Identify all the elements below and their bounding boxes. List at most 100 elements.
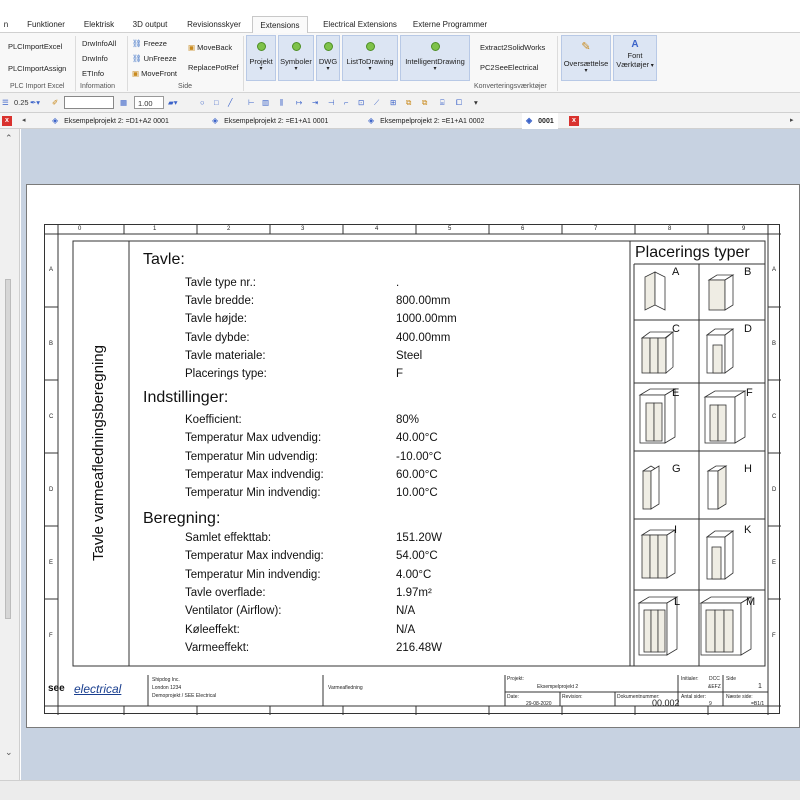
toolbar-overflow-icon[interactable]: ▾ — [474, 96, 478, 109]
freeze-label: Freeze — [143, 39, 167, 48]
fill-color-button[interactable]: ✐ — [52, 96, 64, 109]
pen-icon: ✒▾ — [30, 98, 41, 107]
scroll-up-icon[interactable]: ⌃ — [5, 133, 13, 144]
intelligentdrawing-button[interactable]: IntelligentDrawing ▾ — [400, 35, 470, 81]
tabs-scroll-right-icon[interactable]: ▸ — [790, 113, 794, 129]
naeste-side-value: =B1/1 — [751, 701, 765, 707]
ribbon-separator — [557, 36, 558, 91]
movefront-button[interactable]: ▣ MoveFront — [132, 69, 177, 78]
group-label-side: Side — [178, 83, 193, 90]
vaerktojer-label: Værktøjer — [616, 60, 650, 69]
font-icon: A — [631, 39, 639, 50]
freeze-button[interactable]: ⛓ Freeze — [132, 39, 167, 48]
symboler-button[interactable]: Symboler ▾ — [278, 35, 314, 81]
menu-tab-view[interactable]: n — [0, 16, 12, 33]
tabs-scroll-left-icon[interactable]: ◂ — [22, 113, 26, 129]
unfreeze-icon: ⛓ — [132, 54, 144, 63]
ribbon-separator — [243, 36, 244, 91]
projekt-icon — [256, 42, 266, 51]
tab-label: 0001 — [538, 118, 554, 125]
drawing-frame: 0 1 2 3 4 5 6 7 8 9 A B C D E F A B C D … — [44, 224, 781, 715]
revision-label: Revision: — [562, 694, 583, 700]
menu-tab-externe-programmer[interactable]: Externe Programmer — [410, 16, 490, 33]
connect-icon[interactable]: ⇥ — [312, 96, 318, 109]
moveback-button[interactable]: ▣ MoveBack — [188, 43, 232, 52]
font-vaerktojer-button[interactable]: A Font Værktøjer ▾ — [613, 35, 657, 81]
tab-e1-a1-0002[interactable]: ◈ Eksempelprojekt 2: =E1+A1 0002 — [368, 113, 484, 129]
dcc-value: &EFZ — [708, 684, 721, 690]
ribbon-separator — [127, 36, 128, 91]
menu-tab-funktioner[interactable]: Funktioner — [20, 16, 72, 33]
unfreeze-label: UnFreeze — [143, 54, 177, 63]
line-icon[interactable]: ╱ — [228, 96, 233, 109]
projekt-button[interactable]: Projekt ▾ — [246, 35, 276, 81]
scrollbar-thumb[interactable] — [5, 279, 11, 619]
line-width-select[interactable]: 0.25 — [14, 96, 29, 109]
dokumentnummer-value: 00.002 — [652, 698, 680, 708]
tab-d1-a2-0001[interactable]: ◈ Eksempelprojekt 2: =D1+A2 0001 — [52, 113, 169, 129]
logo-electrical: electrical — [74, 682, 122, 696]
unfreeze-button[interactable]: ⛓ UnFreeze — [132, 54, 177, 63]
column-icon[interactable]: ⫼ — [280, 96, 283, 109]
menu-tab-elektrisk[interactable]: Elektrisk — [78, 16, 120, 33]
company-line-3: Demoprojekt / SEE Electrical — [152, 693, 217, 699]
plc-import-assign-button[interactable]: PLCImportAssign — [8, 64, 66, 73]
grid-icon[interactable]: ▦ — [120, 96, 127, 109]
antal-sider-value: 9 — [709, 701, 712, 707]
text-icon[interactable]: ⊞ — [390, 96, 396, 109]
dwg-button[interactable]: DWG ▾ — [316, 35, 340, 81]
replacepotref-button[interactable]: ReplacePotRef — [188, 63, 238, 72]
tab-0001-active[interactable]: ◈ 0001 — [522, 113, 558, 129]
menu-tab-extensions[interactable]: Extensions — [252, 16, 308, 34]
line-width-icon: ☰ — [2, 98, 9, 107]
grid-snap-icon[interactable]: ▥ — [262, 96, 269, 109]
menu-tab-3d-output[interactable]: 3D output — [127, 16, 173, 33]
copy-icon[interactable]: ⧉ — [406, 96, 411, 109]
group-label-konvertering: Konverteringsværktøjer — [474, 83, 547, 90]
drwinfo-button[interactable]: DrwInfo — [82, 54, 108, 63]
intelligentdrawing-icon — [430, 42, 440, 51]
close-icon[interactable]: x — [2, 116, 12, 126]
format-toolbar: ☰ 0.25 ✒▾ ✐ ▦ 1.00 ▰▾ ○ □ ╱ ⊢ ▥ ⫼ ↦ ⇥ ⊣ … — [0, 93, 800, 113]
listtodrawing-button[interactable]: ListToDrawing ▾ — [342, 35, 398, 81]
pen-color-button[interactable]: ✒▾ — [30, 96, 52, 109]
moveback-label: MoveBack — [197, 43, 233, 52]
symbol-icon[interactable]: ⊡ — [358, 96, 364, 109]
etinfo-button[interactable]: ETInfo — [82, 69, 104, 78]
freeze-icon: ⛓ — [132, 39, 144, 48]
oversaettelse-button[interactable]: ✎ Oversættelse ▾ — [561, 35, 611, 81]
chevron-down-icon: ▾ — [649, 63, 654, 69]
tab-e1-a1-0001[interactable]: ◈ Eksempelprojekt 2: =E1+A1 0001 — [212, 113, 328, 129]
drwinfo-all-button[interactable]: DrwInfoAll — [82, 39, 116, 48]
frame-icon[interactable]: ⌸ — [440, 96, 445, 109]
status-bar — [0, 780, 800, 800]
paste-icon[interactable]: ⧉ — [422, 96, 427, 109]
naeste-side-label: Næste side: — [726, 694, 753, 700]
cable-icon[interactable]: ⟋ — [374, 96, 379, 109]
zoom-icon[interactable]: ⧠ — [456, 96, 462, 109]
extract2solidworks-button[interactable]: Extract2SolidWorks — [480, 43, 545, 52]
arrow-right-icon[interactable]: ↦ — [296, 96, 302, 109]
terminal-icon[interactable]: ⊣ — [328, 96, 335, 109]
intelligentdrawing-label: IntelligentDrawing — [405, 57, 465, 66]
color-swatch-select[interactable] — [64, 96, 114, 109]
date-label: Date: — [507, 694, 519, 700]
ribbon: PLCImportExcel PLCImportAssign PLC Impor… — [0, 33, 800, 93]
plc-import-excel-button[interactable]: PLCImportExcel — [8, 42, 62, 51]
corner-icon[interactable]: ⌐ — [344, 96, 348, 109]
diagram-icon: ◈ — [212, 116, 219, 125]
dcc-label: DCC — [709, 676, 720, 682]
antal-sider-label: Antal sider: — [681, 694, 707, 700]
pc2seeelectrical-button[interactable]: PC2SeeElectrical — [480, 63, 538, 72]
wire-icon[interactable]: ⊢ — [248, 96, 255, 109]
layer-icon[interactable]: ▰▾ — [168, 96, 178, 109]
menu-tab-electrical-extensions[interactable]: Electrical Extensions — [314, 16, 406, 33]
close-tab-icon[interactable]: x — [569, 116, 579, 126]
menu-tab-revisionsskyer[interactable]: Revisionsskyer — [180, 16, 248, 33]
company-line-2: London 1234 — [152, 685, 182, 691]
scale-select[interactable]: 1.00 — [134, 96, 164, 109]
rectangle-icon[interactable]: □ — [214, 96, 219, 109]
circle-icon[interactable]: ○ — [200, 96, 205, 109]
scroll-down-icon[interactable]: ⌄ — [5, 747, 13, 758]
symboler-label: Symboler — [280, 57, 312, 66]
